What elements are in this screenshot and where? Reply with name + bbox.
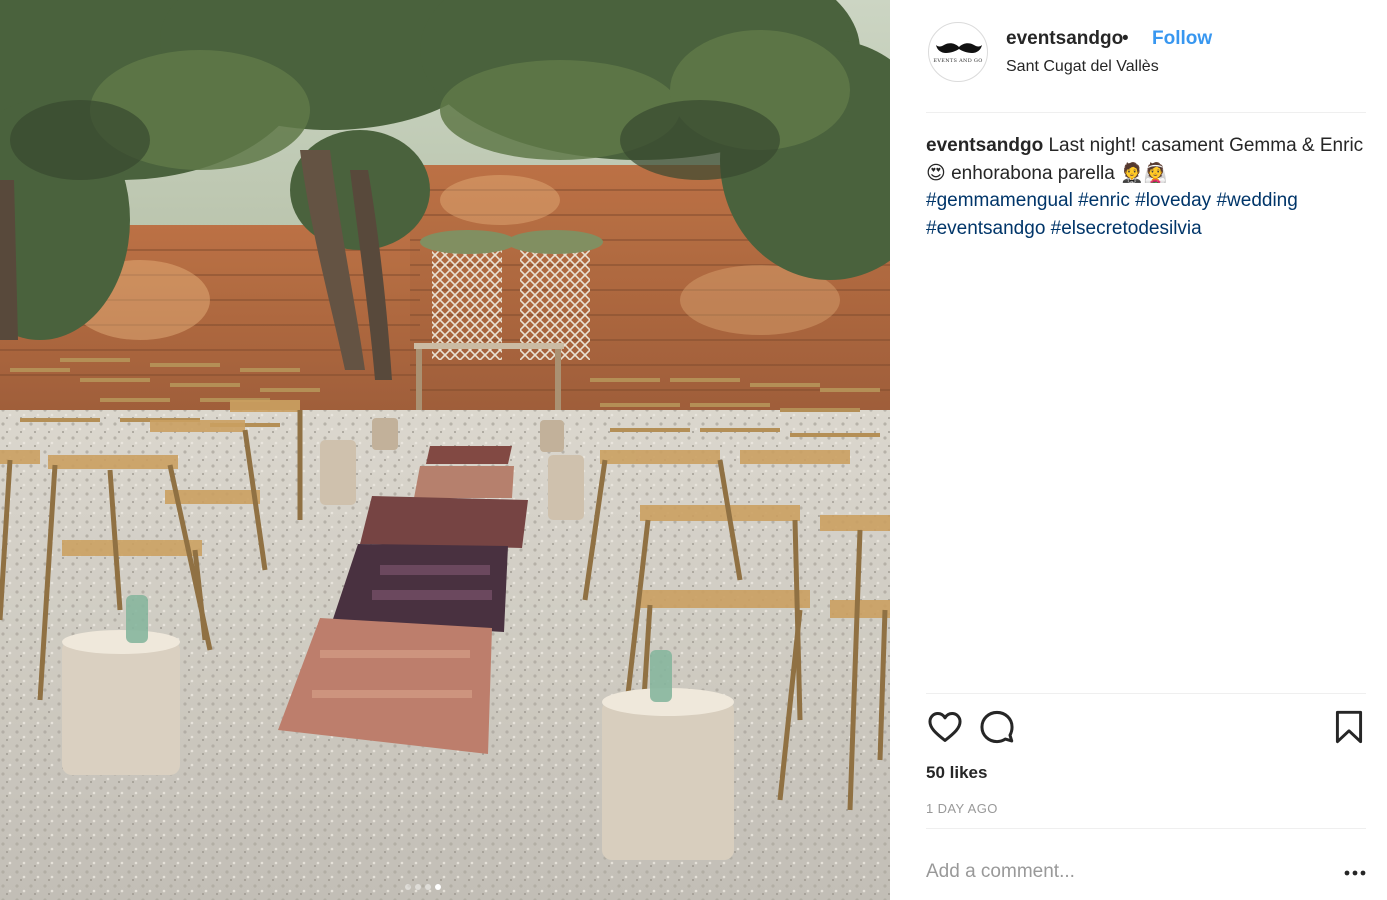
hashtag-link[interactable]: #eventsandgo [926,218,1045,239]
header-username[interactable]: eventsandgo [1006,28,1123,50]
comment-bubble-icon [980,710,1014,744]
carousel-dot[interactable] [415,884,421,890]
post-sidebar: EVENTS AND GO eventsandgo • Follow Sant … [890,0,1387,900]
heart-icon [928,712,962,742]
comment-divider [926,828,1366,829]
carousel-dot[interactable] [425,884,431,890]
hashtag-link[interactable]: #loveday [1135,190,1211,211]
actions-divider [926,693,1366,694]
avatar[interactable]: EVENTS AND GO [928,22,988,82]
carousel-indicator [405,884,441,890]
hashtag-link[interactable]: #gemmamengual [926,190,1073,211]
post-timestamp[interactable]: 1 DAY AGO [926,801,998,816]
avatar-logo-text: EVENTS AND GO [933,58,983,64]
wedding-ceremony-image [0,0,890,900]
ellipsis-icon [1344,870,1366,876]
carousel-dot[interactable] [405,884,411,890]
caption-username[interactable]: eventsandgo [926,135,1043,156]
more-options-button[interactable] [1344,864,1366,882]
comment-button[interactable] [978,708,1016,751]
post-actions [926,708,1366,748]
save-button[interactable] [1332,708,1366,751]
header-bullet: • [1122,28,1129,49]
comment-row [926,850,1366,894]
like-button[interactable] [926,708,964,751]
hashtag-link[interactable]: #wedding [1216,190,1297,211]
post-header: EVENTS AND GO eventsandgo • Follow Sant … [926,20,1366,112]
header-divider [926,112,1366,113]
comment-input[interactable] [926,858,1326,886]
bookmark-icon [1335,710,1363,744]
hashtag-link[interactable]: #enric [1078,190,1130,211]
likes-count[interactable]: 50 likes [926,763,987,783]
follow-button[interactable]: Follow [1152,28,1212,50]
post-caption: eventsandgo Last night! casament Gemma &… [926,132,1366,242]
location-link[interactable]: Sant Cugat del Vallès [1006,58,1159,76]
post-photo[interactable] [0,0,890,900]
carousel-dot-active[interactable] [435,884,441,890]
mustache-logo-icon [936,43,982,53]
hashtag-link[interactable]: #elsecretodesilvia [1051,218,1202,239]
